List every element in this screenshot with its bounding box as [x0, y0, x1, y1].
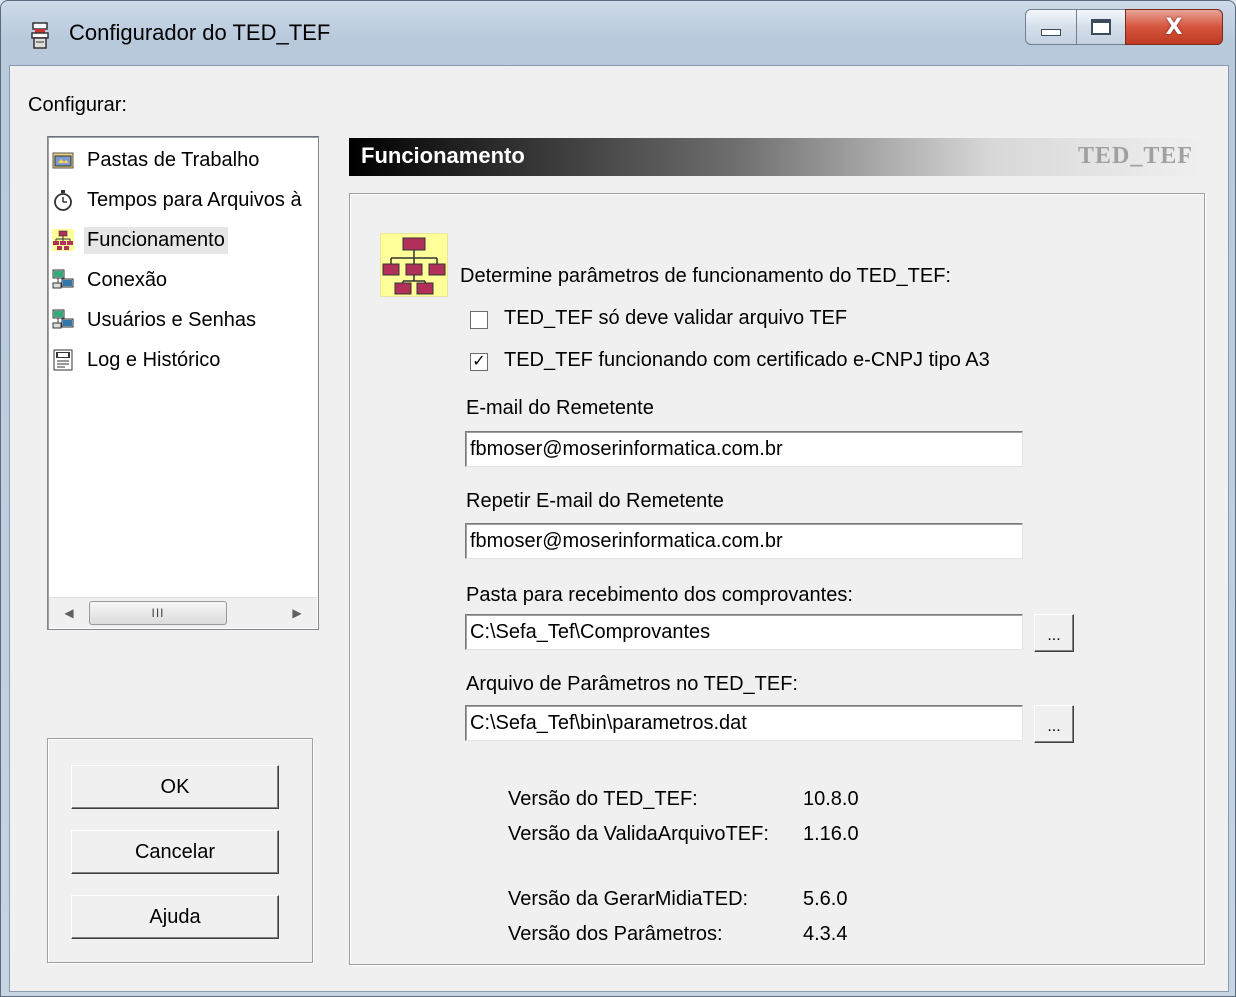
- section-header: Funcionamento TED_TEF: [349, 138, 1207, 176]
- scroll-right-arrow-icon[interactable]: ▶: [285, 601, 309, 625]
- validate-only-label[interactable]: TED_TEF só deve validar arquivo TEF: [504, 307, 847, 330]
- list-item-label: Pastas de Trabalho: [87, 148, 260, 171]
- list-item-funcionamento[interactable]: Funcionamento: [52, 223, 228, 257]
- horizontal-scrollbar[interactable]: ◀ III ▶: [49, 597, 317, 628]
- list-item-tempos-para-arquivos[interactable]: Tempos para Arquivos à: [52, 183, 305, 217]
- ok-button[interactable]: OK: [71, 765, 279, 809]
- version-label: Versão da GerarMidiaTED:: [508, 888, 749, 910]
- org-chart-icon: [380, 233, 448, 297]
- version-label: Versão do TED_TEF:: [508, 788, 698, 810]
- receipts-folder-label: Pasta para recebimento dos comprovantes:: [466, 584, 853, 606]
- help-button[interactable]: Ajuda: [71, 895, 279, 939]
- list-item-usuarios-e-senhas[interactable]: Usuários e Senhas: [52, 303, 259, 337]
- app-icon: [31, 22, 49, 49]
- version-value: 4.3.4: [803, 923, 848, 945]
- brand-label: TED_TEF: [1077, 143, 1193, 169]
- maximize-icon: [1091, 19, 1111, 35]
- params-file-label: Arquivo de Parâmetros no TED_TEF:: [466, 673, 798, 695]
- validate-only-checkbox[interactable]: [470, 311, 488, 329]
- repeat-email-field[interactable]: fbmoser@moserinformatica.com.br: [465, 523, 1023, 559]
- list-item-conexao[interactable]: Conexão: [52, 263, 170, 297]
- maximize-button[interactable]: [1076, 9, 1126, 45]
- org-chart-icon: [52, 229, 74, 251]
- config-section-list[interactable]: Pastas de Trabalho Tempos para Arquivos …: [47, 136, 319, 630]
- list-item-label: Usuários e Senhas: [87, 308, 256, 331]
- configurar-label: Configurar:: [28, 94, 127, 116]
- window-title: Configurador do TED_TEF: [69, 20, 331, 45]
- list-item-label: Conexão: [87, 268, 168, 291]
- list-item-log-e-historico[interactable]: Log e Histórico: [52, 343, 223, 377]
- list-item-label: Tempos para Arquivos à: [87, 188, 302, 211]
- minimize-icon: [1041, 28, 1061, 36]
- minimize-button[interactable]: [1025, 9, 1077, 45]
- close-button[interactable]: X: [1125, 9, 1223, 45]
- title-bar[interactable]: Configurador do TED_TEF X: [1, 1, 1235, 67]
- intro-text: Determine parâmetros de funcionamento do…: [460, 265, 951, 287]
- section-title: Funcionamento: [361, 143, 525, 168]
- version-value: 10.8.0: [803, 788, 859, 810]
- repeat-email-label: Repetir E-mail do Remetente: [466, 490, 724, 512]
- cancel-button[interactable]: Cancelar: [71, 830, 279, 874]
- version-label: Versão da ValidaArquivoTEF:: [508, 823, 769, 845]
- stopwatch-icon: [54, 190, 72, 211]
- network-computers-icon: [52, 269, 74, 289]
- sender-email-label: E-mail do Remetente: [466, 397, 654, 419]
- receipts-folder-field[interactable]: C:\Sefa_Tef\Comprovantes: [465, 614, 1023, 650]
- version-value: 1.16.0: [803, 823, 859, 845]
- log-document-icon: [53, 349, 73, 371]
- folder-icon: [52, 152, 74, 169]
- list-item-label: Funcionamento: [84, 226, 228, 254]
- check-mark-icon: ✓: [472, 353, 486, 370]
- params-file-field[interactable]: C:\Sefa_Tef\bin\parametros.dat: [465, 705, 1023, 741]
- browse-folder-button[interactable]: ...: [1034, 614, 1074, 652]
- list-item-pastas-de-trabalho[interactable]: Pastas de Trabalho: [52, 143, 262, 177]
- version-value: 5.6.0: [803, 888, 848, 910]
- sender-email-field[interactable]: fbmoser@moserinformatica.com.br: [465, 431, 1023, 467]
- a3-certificate-label[interactable]: TED_TEF funcionando com certificado e-CN…: [504, 349, 990, 372]
- scrollbar-thumb[interactable]: III: [89, 601, 227, 625]
- close-icon: X: [1165, 14, 1183, 40]
- scroll-left-arrow-icon[interactable]: ◀: [57, 601, 81, 625]
- version-label: Versão dos Parâmetros:: [508, 923, 723, 945]
- dialog-buttons-group: OK Cancelar Ajuda: [47, 738, 313, 963]
- users-computers-icon: [52, 309, 74, 329]
- list-item-label: Log e Histórico: [87, 348, 221, 371]
- a3-certificate-checkbox[interactable]: ✓: [470, 353, 488, 371]
- browse-params-button[interactable]: ...: [1034, 705, 1074, 743]
